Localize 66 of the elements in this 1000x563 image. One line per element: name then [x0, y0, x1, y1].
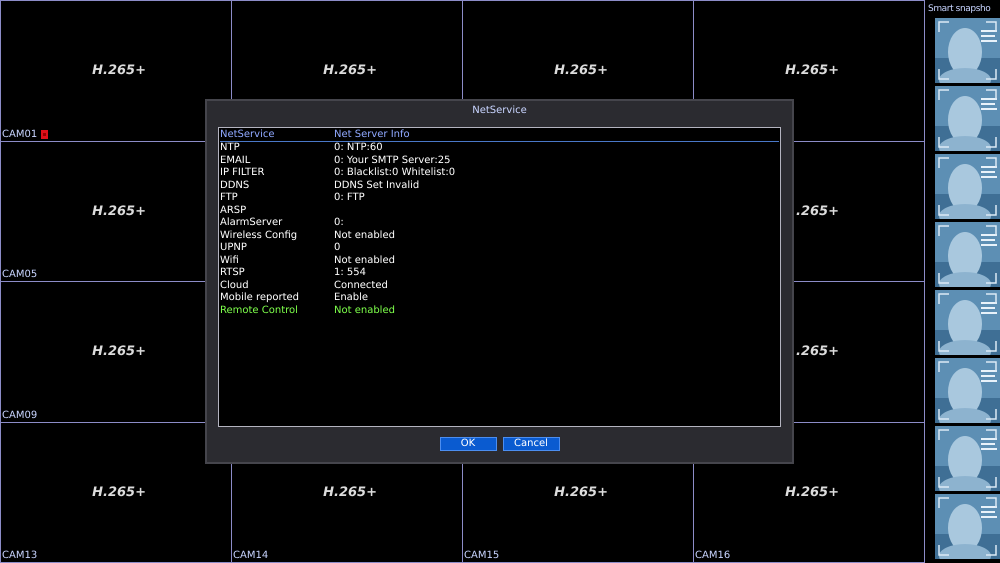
- camera-label: CAM01: [2, 128, 38, 140]
- column-header: NetService: [220, 129, 276, 141]
- service-name: IP FILTER: [220, 167, 266, 180]
- service-row[interactable]: Wifi Not enabled: [220, 254, 779, 267]
- panel-title: Smart snapsho: [927, 3, 990, 16]
- camera-label: CAM14: [233, 550, 268, 562]
- service-info: 0:: [334, 217, 344, 230]
- service-name: UPNP: [220, 242, 248, 254]
- service-name: FTP: [220, 192, 239, 204]
- service-info: Connected: [334, 280, 388, 292]
- service-row[interactable]: AlarmServer 0:: [220, 217, 779, 230]
- column-header: Net Server Info: [334, 129, 410, 141]
- service-row[interactable]: Wireless Config Not enabled: [220, 230, 779, 242]
- service-name: DDNS: [220, 180, 250, 192]
- service-info: 0: Your SMTP Server:25: [334, 154, 450, 167]
- service-row[interactable]: EMAIL 0: Your SMTP Server:25: [220, 154, 779, 167]
- dialog-title: NetService: [472, 104, 527, 118]
- service-name: NTP: [220, 142, 241, 154]
- service-row[interactable]: Cloud Connected: [220, 280, 779, 292]
- service-info: Enable: [334, 292, 368, 304]
- service-row[interactable]: DDNS DDNS Set Invalid: [220, 180, 779, 192]
- codec-label: H.265+: [323, 484, 377, 500]
- service-info: 1: 554: [334, 267, 366, 280]
- service-name: Mobile reported: [220, 292, 300, 304]
- codec-label: H.265+: [92, 204, 146, 219]
- codec-label: H.265+: [92, 344, 146, 360]
- service-name: Remote Control: [220, 304, 299, 317]
- service-info: 0: [334, 242, 340, 254]
- service-row[interactable]: NTP 0: NTP:60: [220, 142, 779, 154]
- service-row[interactable]: Mobile reported Enable: [220, 292, 779, 304]
- codec-label: H.265+: [323, 63, 377, 78]
- codec-label: H.265+: [785, 484, 839, 500]
- service-name: ARSP: [220, 204, 248, 217]
- codec-label: H.265+: [554, 484, 608, 500]
- service-info: Not enabled: [334, 304, 395, 317]
- service-row[interactable]: FTP 0: FTP: [220, 192, 779, 204]
- service-name: EMAIL: [220, 154, 252, 167]
- camera-label: CAM05: [2, 269, 38, 281]
- camera-label: CAM09: [2, 410, 38, 422]
- service-name: Cloud: [220, 280, 250, 292]
- service-name: RTSP: [220, 267, 246, 280]
- service-name: AlarmServer: [220, 217, 284, 230]
- service-info: 0: NTP:60: [334, 142, 383, 154]
- service-name: Wireless Config: [220, 230, 298, 242]
- service-row[interactable]: ARSP: [220, 204, 779, 217]
- codec-label: .265+: [796, 344, 839, 360]
- service-name: Wifi: [220, 254, 240, 267]
- service-row[interactable]: Remote Control Not enabled: [220, 304, 779, 317]
- dialog-button[interactable]: Cancel: [502, 437, 560, 451]
- service-info: DDNS Set Invalid: [334, 180, 420, 192]
- service-row[interactable]: IP FILTER 0: Blacklist:0 Whitelist:0: [220, 167, 779, 180]
- dialog-button[interactable]: OK: [440, 437, 496, 451]
- camera-label: CAM16: [695, 550, 730, 562]
- service-row[interactable]: UPNP 0: [220, 242, 779, 254]
- codec-label: .265+: [796, 204, 839, 219]
- codec-label: H.265+: [92, 484, 146, 500]
- service-info: 0: Blacklist:0 Whitelist:0: [334, 167, 456, 180]
- codec-label: H.265+: [785, 63, 839, 78]
- camera-label: CAM13: [2, 550, 38, 562]
- codec-label: H.265+: [554, 63, 608, 78]
- service-info: Not enabled: [334, 230, 395, 242]
- codec-label: H.265+: [92, 63, 146, 78]
- service-info: Not enabled: [334, 254, 395, 267]
- service-info: 0: FTP: [334, 192, 365, 204]
- service-row[interactable]: RTSP 1: 554: [220, 267, 779, 280]
- camera-label: CAM15: [464, 550, 500, 562]
